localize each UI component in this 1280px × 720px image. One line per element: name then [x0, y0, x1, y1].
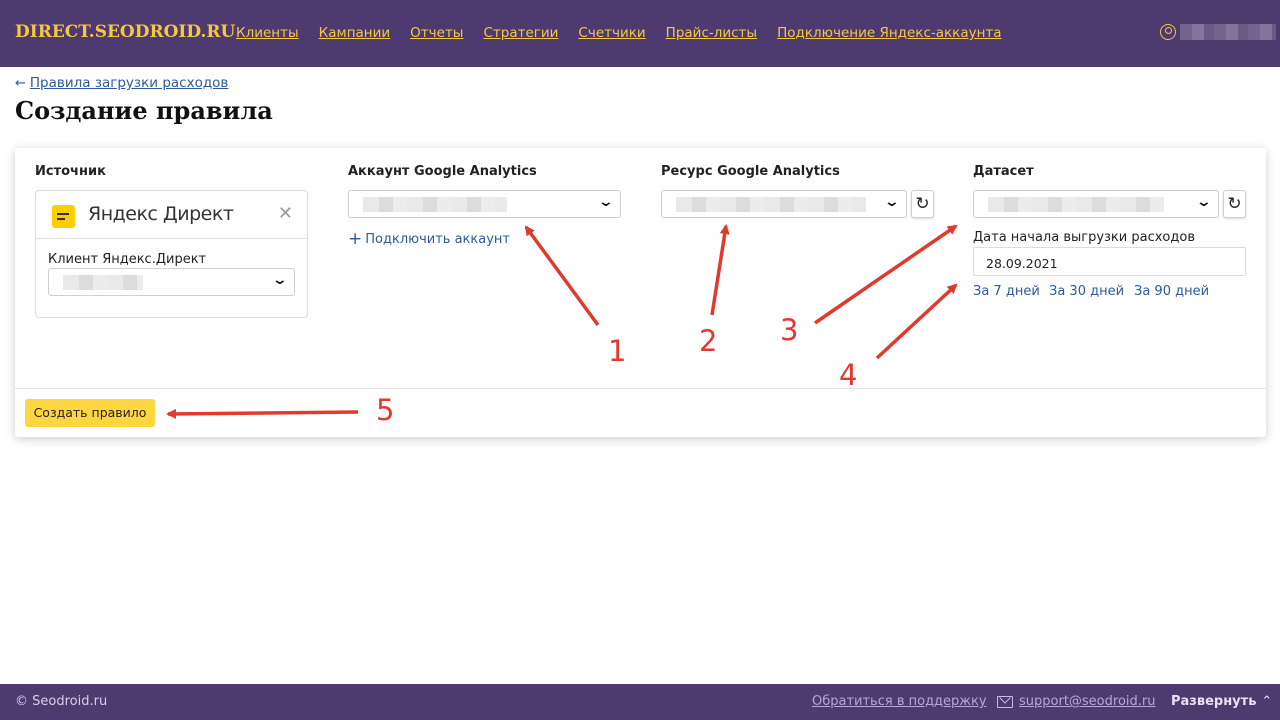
create-rule-button[interactable]: Создать правило — [25, 399, 155, 427]
quick-range-90-days[interactable]: За 90 дней — [1134, 284, 1209, 299]
source-label: Источник — [35, 164, 106, 179]
arrow-left-icon: ← — [15, 75, 26, 91]
nav-link-campaigns[interactable]: Кампании — [319, 25, 391, 41]
plus-icon: + — [348, 229, 363, 249]
breadcrumb[interactable]: ← Правила загрузки расходов — [15, 75, 228, 91]
dataset-label: Датасет — [973, 164, 1034, 179]
support-email-link[interactable]: support@seodroid.ru — [1019, 694, 1155, 709]
add-account-label: Подключить аккаунт — [365, 232, 510, 247]
ga-account-label: Аккаунт Google Analytics — [348, 164, 537, 179]
annotation-number-1: 1 — [608, 334, 627, 368]
footer-bar: © Seodroid.ru Обратиться в поддержку sup… — [0, 684, 1280, 720]
brand-logo[interactable]: DIRECT.SEODROID.RU — [15, 22, 235, 42]
expand-label: Развернуть — [1171, 694, 1257, 709]
refresh-resources-button[interactable]: ↻ — [911, 190, 934, 218]
annotation-number-5: 5 — [376, 393, 395, 427]
source-box: Яндекс Директ ✕ Клиент Яндекс.Директ ⌄ — [35, 190, 308, 318]
nav-link-connect-yandex[interactable]: Подключение Яндекс-аккаунта — [777, 25, 1001, 41]
nav-link-reports[interactable]: Отчеты — [410, 25, 463, 41]
chevron-down-icon: ⌄ — [1195, 194, 1213, 210]
refresh-icon: ↻ — [915, 194, 930, 214]
nav-link-strategies[interactable]: Стратегии — [483, 25, 558, 41]
mail-icon — [997, 696, 1013, 708]
dataset-select[interactable]: ⌄ — [973, 190, 1219, 218]
main-nav: Клиенты Кампании Отчеты Стратегии Счетчи… — [236, 25, 1002, 41]
nav-link-price-lists[interactable]: Прайс-листы — [666, 25, 757, 41]
annotation-number-3: 3 — [780, 313, 799, 347]
annotation-number-4: 4 — [839, 358, 858, 392]
user-name-redacted — [1180, 24, 1276, 40]
annotation-number-2: 2 — [699, 324, 718, 358]
refresh-icon: ↻ — [1227, 194, 1242, 214]
support-link[interactable]: Обратиться в поддержку — [812, 694, 987, 709]
chevron-up-icon: ⌃ — [1261, 694, 1273, 709]
ga-resource-value-redacted — [676, 197, 866, 212]
rule-form-card: Источник Яндекс Директ ✕ Клиент Яндекс.Д… — [15, 148, 1266, 437]
chevron-down-icon: ⌄ — [883, 194, 901, 210]
breadcrumb-link[interactable]: Правила загрузки расходов — [30, 75, 228, 91]
quick-range-7-days[interactable]: За 7 дней — [973, 284, 1040, 299]
start-date-input[interactable]: 28.09.2021 — [973, 247, 1246, 276]
dataset-value-redacted — [988, 197, 1164, 212]
chevron-down-icon: ⌄ — [597, 194, 615, 210]
ga-resource-select[interactable]: ⌄ — [661, 190, 907, 218]
form-divider — [15, 388, 1266, 389]
add-account-link[interactable]: + Подключить аккаунт — [348, 229, 510, 249]
source-header: Яндекс Директ ✕ — [36, 191, 307, 239]
refresh-datasets-button[interactable]: ↻ — [1223, 190, 1246, 218]
top-navigation-bar: DIRECT.SEODROID.RU Клиенты Кампании Отче… — [0, 0, 1280, 67]
user-menu[interactable] — [1160, 24, 1276, 40]
expand-footer-button[interactable]: Развернуть ⌃ — [1171, 694, 1272, 709]
client-select[interactable]: ⌄ — [48, 268, 295, 296]
source-brand-name: Яндекс Директ — [88, 203, 234, 225]
quick-range-30-days[interactable]: За 30 дней — [1049, 284, 1124, 299]
page-title: Создание правила — [15, 96, 273, 125]
close-icon[interactable]: ✕ — [278, 203, 293, 224]
ga-account-value-redacted — [363, 197, 507, 212]
nav-link-clients[interactable]: Клиенты — [236, 25, 299, 41]
client-value-redacted — [63, 275, 143, 290]
copyright-text: © Seodroid.ru — [15, 694, 108, 709]
chevron-down-icon: ⌄ — [271, 272, 289, 288]
ga-resource-label: Ресурс Google Analytics — [661, 164, 840, 179]
yandex-direct-logo-icon — [52, 205, 75, 228]
start-date-label: Дата начала выгрузки расходов — [973, 230, 1195, 245]
user-circle-icon — [1160, 24, 1176, 40]
nav-link-counters[interactable]: Счетчики — [578, 25, 645, 41]
client-label: Клиент Яндекс.Директ — [48, 252, 207, 267]
ga-account-select[interactable]: ⌄ — [348, 190, 621, 218]
